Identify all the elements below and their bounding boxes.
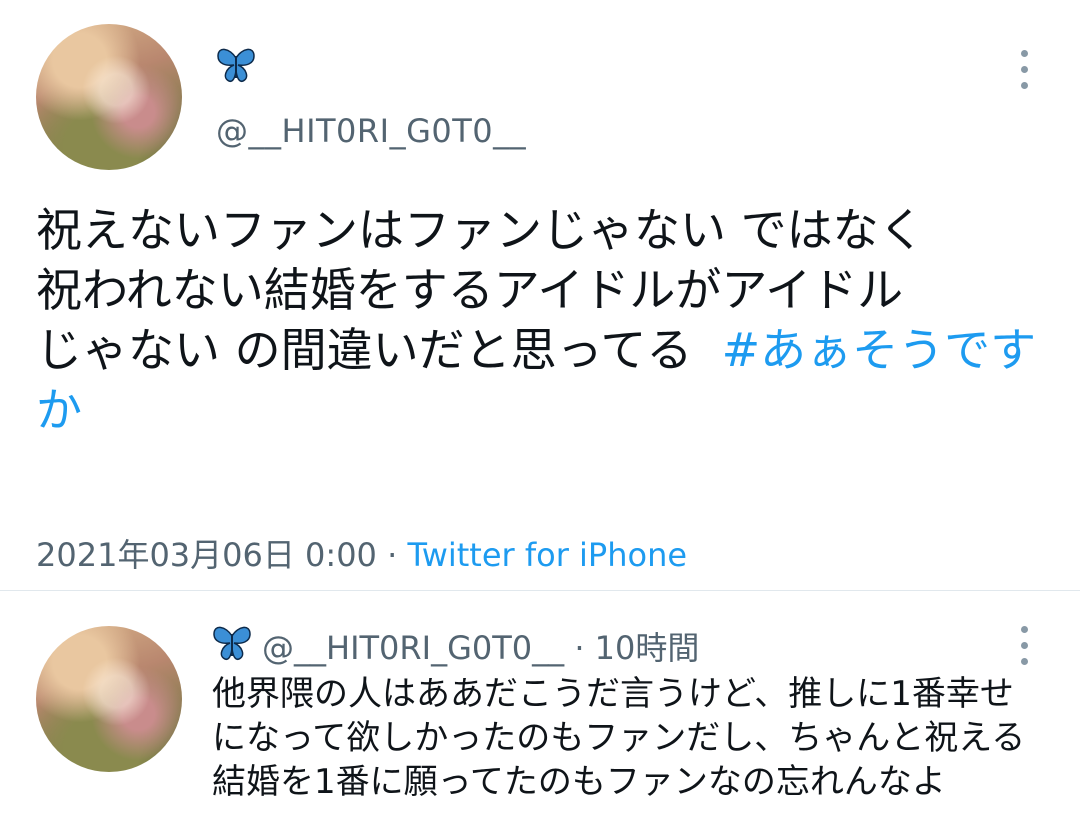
butterfly-icon (213, 626, 251, 661)
reply-header: @__HIT0RI_G0T0__ · 10時間 (262, 623, 699, 669)
tweet-text: 祝えないファンはファンじゃない ではなく 祝われない結婚をするアイドルがアイドル… (36, 200, 1046, 440)
timestamp[interactable]: 2021年03月06日 0:00 (36, 536, 377, 574)
main-avatar[interactable] (36, 24, 182, 170)
reply-time[interactable]: 10時間 (595, 629, 700, 667)
source-link[interactable]: Twitter for iPhone (407, 536, 687, 574)
reply-text-line: になって欲しかったのもファンだし、ちゃんと祝える (212, 718, 1026, 758)
butterfly-icon (217, 48, 255, 83)
reply-avatar[interactable] (36, 626, 182, 772)
main-handle[interactable]: @__HIT0RI_G0T0__ (216, 112, 526, 150)
more-vertical-icon[interactable] (1018, 626, 1030, 665)
meta-separator: · (387, 536, 398, 574)
tweet-text-line: 祝えないファンはファンじゃない ではなく (36, 203, 925, 257)
reply-text: 他界隈の人はああだこうだ言うけど、推しに1番幸せ になって欲しかったのもファンだ… (212, 672, 1062, 804)
reply-separator: · (574, 629, 585, 667)
tweet-text-line: 祝われない結婚をするアイドルがアイドル (36, 263, 904, 317)
reply-text-line: 結婚を1番に願ってたのもファンなの忘れんなよ (212, 762, 946, 802)
divider (0, 590, 1080, 591)
more-vertical-icon[interactable] (1018, 50, 1030, 89)
reply-text-line: 他界隈の人はああだこうだ言うけど、推しに1番幸せ (212, 674, 1014, 714)
tweet-meta: 2021年03月06日 0:00 · Twitter for iPhone (36, 530, 687, 576)
reply-handle[interactable]: @__HIT0RI_G0T0__ (262, 629, 564, 667)
tweet-text-line: じゃない の間違いだと思ってる (36, 323, 693, 377)
